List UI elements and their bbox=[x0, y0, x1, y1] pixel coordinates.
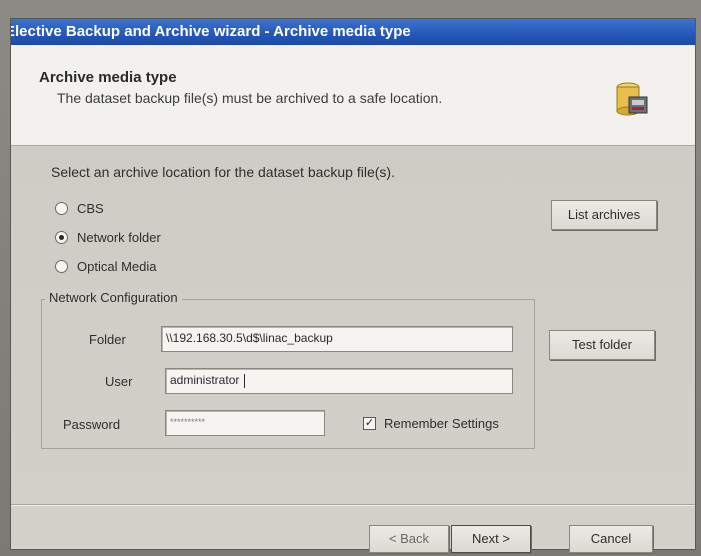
radio-button[interactable] bbox=[55, 202, 68, 215]
list-archives-button[interactable]: List archives bbox=[551, 200, 657, 230]
wizard-body: Select an archive location for the datas… bbox=[11, 146, 695, 553]
radio-button-selected[interactable] bbox=[55, 231, 68, 244]
folder-value: \\192.168.30.5\d$\linac_backup bbox=[166, 331, 333, 345]
radio-optical-media[interactable]: Optical Media bbox=[55, 259, 156, 274]
radio-label-cbs: CBS bbox=[77, 201, 104, 216]
page-title: Archive media type bbox=[39, 69, 177, 86]
radio-cbs[interactable]: CBS bbox=[55, 201, 104, 216]
title-bar[interactable]: Elective Backup and Archive wizard - Arc… bbox=[11, 19, 695, 45]
footer-divider bbox=[11, 504, 695, 506]
window-title: Elective Backup and Archive wizard - Arc… bbox=[11, 23, 411, 40]
text-cursor bbox=[244, 373, 246, 388]
page-subtitle: The dataset backup file(s) must be archi… bbox=[57, 90, 443, 106]
user-input[interactable]: administrator bbox=[165, 368, 513, 394]
password-label: Password bbox=[63, 417, 121, 432]
remember-settings-checkbox[interactable]: ✓ Remember Settings bbox=[363, 416, 499, 431]
network-configuration-label: Network Configuration bbox=[45, 290, 182, 305]
radio-label-optical-media: Optical Media bbox=[77, 259, 157, 274]
user-value: administrator bbox=[170, 373, 240, 387]
user-label: User bbox=[105, 374, 133, 389]
folder-label: Folder bbox=[89, 332, 126, 347]
cancel-button[interactable]: Cancel bbox=[569, 525, 653, 553]
radio-label-network-folder: Network folder bbox=[77, 230, 161, 245]
remember-settings-label: Remember Settings bbox=[384, 416, 499, 431]
wizard-window: Elective Backup and Archive wizard - Arc… bbox=[10, 18, 696, 553]
screen-background: Elective Backup and Archive wizard - Arc… bbox=[0, 0, 701, 556]
test-folder-button[interactable]: Test folder bbox=[549, 330, 655, 360]
archive-database-icon bbox=[616, 82, 648, 116]
password-value: ********** bbox=[170, 417, 206, 427]
radio-button[interactable] bbox=[55, 260, 68, 273]
next-button[interactable]: Next > bbox=[451, 525, 531, 553]
password-input[interactable]: ********** bbox=[165, 410, 325, 436]
wizard-header: Archive media type The dataset backup fi… bbox=[11, 45, 695, 146]
checkmark-icon[interactable]: ✓ bbox=[363, 417, 376, 430]
radio-network-folder[interactable]: Network folder bbox=[55, 230, 161, 245]
back-button[interactable]: < Back bbox=[369, 525, 449, 553]
folder-input[interactable]: \\192.168.30.5\d$\linac_backup bbox=[161, 326, 513, 352]
instruction-text: Select an archive location for the datas… bbox=[51, 164, 395, 180]
